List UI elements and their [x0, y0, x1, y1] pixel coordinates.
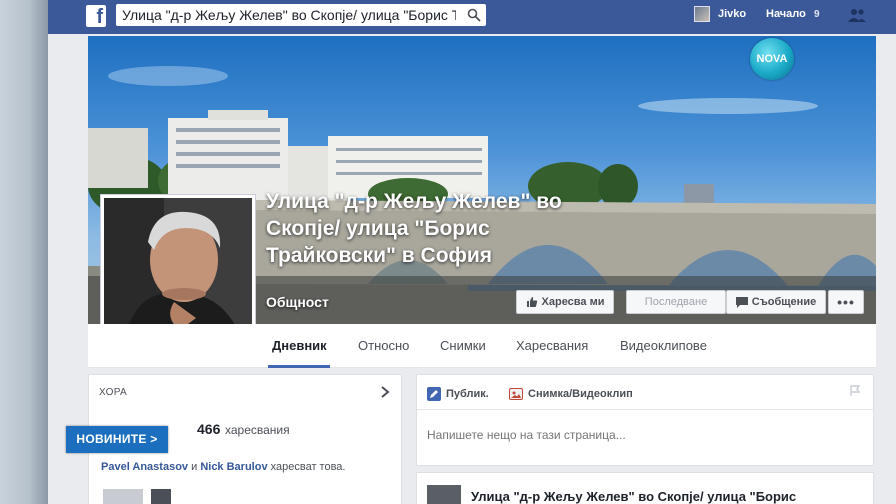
like-button-label: Харесва ми [541, 296, 605, 308]
composer-status-tab[interactable]: Публик. [427, 387, 489, 401]
chevron-right-icon[interactable] [379, 385, 391, 399]
page-title[interactable]: Улица "д-р Жељу Желев" во Скопје/ улица … [266, 188, 566, 269]
search-box[interactable] [116, 4, 486, 26]
friend-thumbnail[interactable] [151, 489, 171, 504]
facebook-page: Улица "д-р Жељу Желев" во Скопје/ улица … [88, 36, 876, 504]
user-avatar[interactable] [694, 6, 710, 22]
composer-status-label: Публик. [446, 388, 489, 400]
message-button-label: Съобщение [751, 296, 817, 308]
friends-like-suffix: харесват това. [270, 461, 346, 473]
pencil-icon [427, 387, 441, 401]
tab-photos[interactable]: Снимки [440, 338, 486, 353]
tab-timeline[interactable]: Дневник [272, 338, 327, 353]
search-input[interactable] [116, 4, 456, 26]
thumbs-up-icon [526, 297, 537, 307]
profile-photo [104, 198, 252, 344]
composer-photo-tab[interactable]: Снимка/Видеоклип [509, 387, 633, 401]
facebook-logo[interactable]: f [86, 5, 106, 28]
home-notification-count: 9 [814, 9, 820, 20]
composer-photo-label: Снимка/Видеоклип [528, 388, 633, 400]
follow-button-label: Последвaне [644, 296, 708, 308]
follow-button[interactable]: Последвaне [626, 290, 726, 314]
tab-about[interactable]: Относно [358, 338, 409, 353]
post-card: Улица "д-р Жељу Желев" во Скопје/ улица … [416, 472, 874, 504]
facebook-topbar: f Jivko Начало 9 [48, 0, 896, 34]
page-tabs: Дневник Относно Снимки Харесвания Видеок… [88, 324, 876, 368]
friend-requests-icon[interactable] [848, 7, 866, 23]
search-icon[interactable] [467, 8, 481, 22]
composer-card: Публик. Снимка/Видеоклип [416, 374, 875, 466]
composer-divider [417, 409, 875, 410]
tab-videos[interactable]: Видеоклипове [620, 338, 707, 353]
message-icon [735, 296, 748, 308]
page-body: ХОРА 466 харесвания Pavel Anastasov и Ni… [88, 368, 876, 504]
portrait-illustration [104, 198, 252, 344]
friend-link-2[interactable]: Nick Barulov [200, 461, 267, 473]
friend-thumbnail[interactable] [103, 489, 143, 504]
post-author-name[interactable]: Улица "д-р Жељу Желев" во Скопје/ улица … [471, 489, 796, 504]
news-badge: НОВИНИТЕ > [66, 426, 168, 453]
photo-icon [509, 388, 523, 400]
friend-link-1[interactable]: Pavel Anastasov [101, 461, 188, 473]
and-word: и [191, 461, 198, 473]
post-author-avatar[interactable] [427, 485, 461, 504]
friends-like-text: Pavel Anastasov и Nick Barulov харесват … [101, 461, 345, 473]
flag-icon[interactable] [849, 385, 861, 397]
more-options-button[interactable]: ••• [828, 290, 864, 314]
like-count: 466 [197, 421, 221, 437]
likes-label: харесвания [225, 423, 290, 437]
people-heading[interactable]: ХОРА [99, 387, 127, 398]
user-name-link[interactable]: Jivko [718, 8, 746, 20]
like-button[interactable]: Харесва ми [516, 290, 614, 314]
composer-input[interactable] [427, 425, 847, 445]
page-category[interactable]: Общност [266, 294, 329, 310]
monitor-bezel [0, 0, 48, 504]
message-button[interactable]: Съобщение [726, 290, 826, 314]
channel-logo: NOVA [750, 38, 794, 80]
home-link[interactable]: Начало [766, 8, 806, 20]
tab-likes[interactable]: Харесвания [516, 338, 588, 353]
